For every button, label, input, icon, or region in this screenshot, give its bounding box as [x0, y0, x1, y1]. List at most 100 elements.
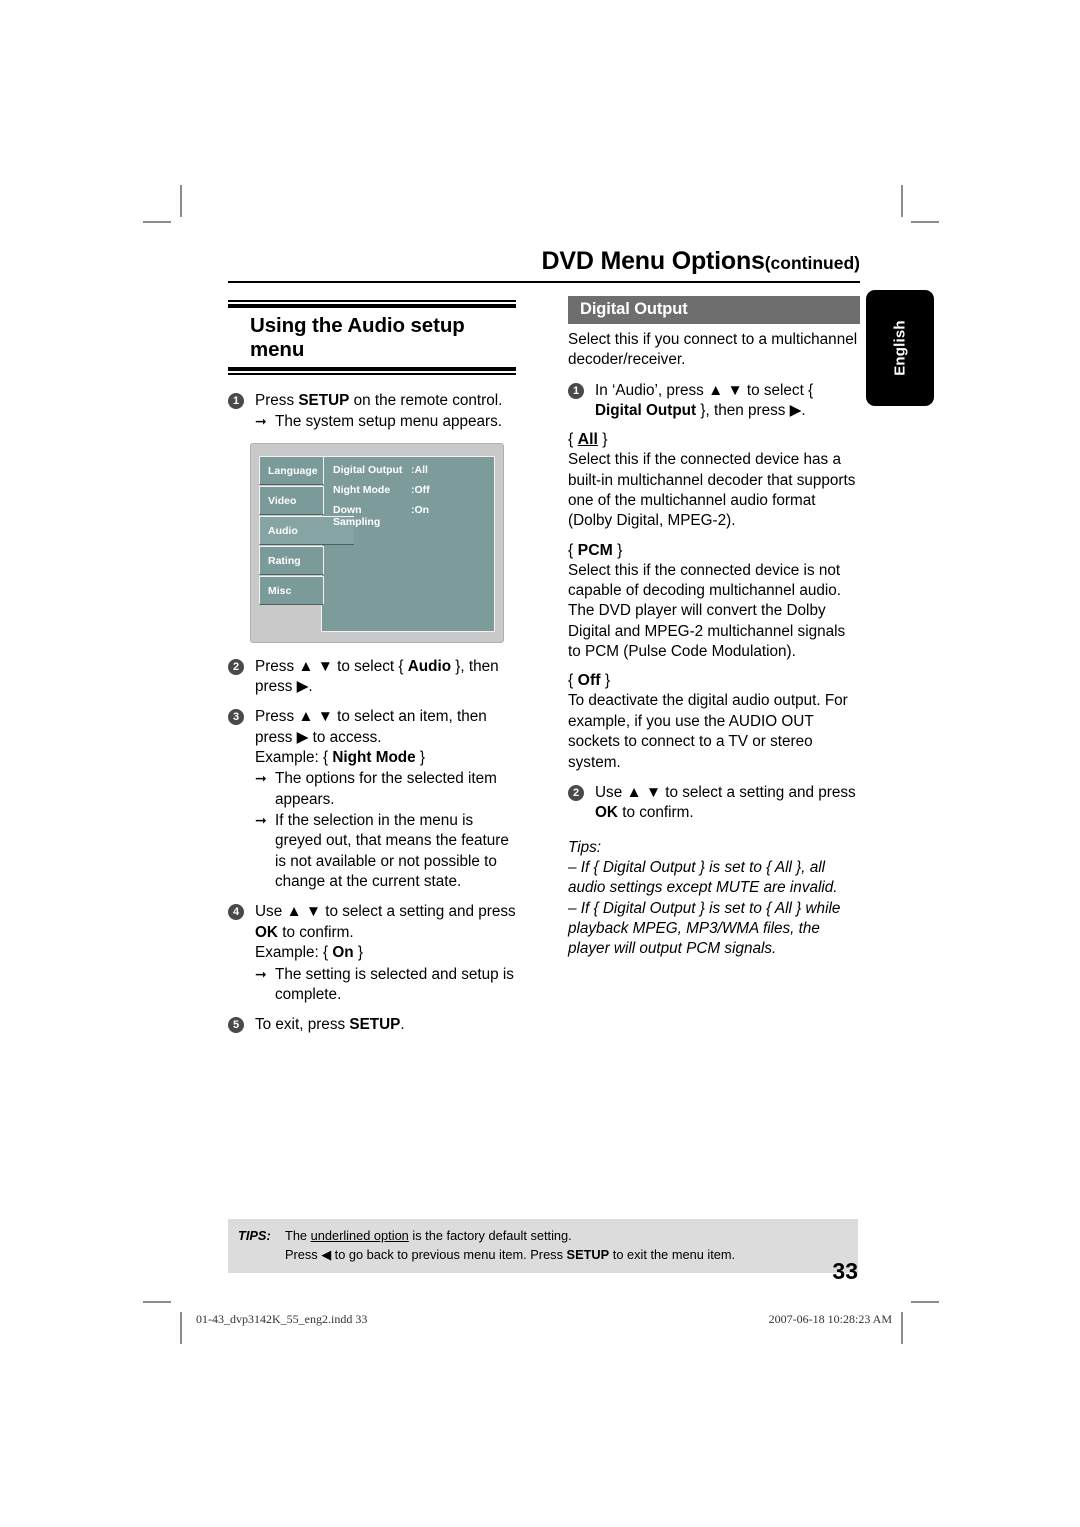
crop-mark-top-right-vertical	[901, 185, 903, 217]
footer-tips-box: TIPS: The underlined option is the facto…	[228, 1219, 858, 1274]
example-close: }	[415, 749, 426, 767]
footer-tips-line-1: The underlined option is the factory def…	[285, 1227, 858, 1246]
setting-value: :On	[411, 503, 430, 516]
example-value: On	[332, 944, 354, 962]
footer-tips-line1-pre: The	[285, 1228, 311, 1243]
option-body-off: To deactivate the digital audio output. …	[568, 692, 848, 771]
option-body-pcm: Select this if the connected device is n…	[568, 561, 846, 661]
tip-item: – If { Digital Output } is set to { All …	[568, 858, 838, 897]
step-key: SETUP	[298, 392, 350, 409]
footer-tips-line1-post: is the factory default setting.	[408, 1228, 572, 1243]
example-label: Example: {	[255, 749, 333, 767]
option-title-all: { All }	[568, 431, 860, 449]
step-number-badge: 5	[228, 1017, 244, 1034]
crop-mark-bottom-right-horizontal	[911, 1301, 939, 1303]
tip-item: – If { Digital Output } is set to { All …	[568, 899, 841, 958]
step-text-post: }, then press ▶.	[696, 402, 806, 420]
step-text-pre: Press	[255, 392, 299, 409]
crop-mark-top-left-vertical	[180, 185, 182, 217]
step-1: 1 Press SETUP on the remote control. ➞ Th…	[228, 391, 518, 433]
print-footer-filename: 01-43_dvp3142K_55_eng2.indd 33	[196, 1312, 368, 1326]
step-key: OK	[595, 804, 618, 822]
arrow-icon: ➞	[255, 770, 267, 787]
setup-tab-language: Language	[259, 455, 324, 485]
setup-menu-settings-list: Digital Output :All Night Mode :Off Down…	[333, 464, 430, 536]
footer-tips-underlined-option: underlined option	[310, 1228, 409, 1243]
step-key: SETUP	[349, 1016, 401, 1034]
arrow-icon: ➞	[255, 965, 267, 982]
step-number-badge: 2	[228, 658, 244, 675]
option-name: Off	[577, 672, 601, 690]
setup-menu-tab-list: Language Video Audio Rating Misc	[259, 455, 354, 606]
section-heading-block: Using the Audio setup menu	[228, 300, 516, 375]
option-open-brace: {	[568, 541, 578, 559]
setting-value: :All	[411, 463, 428, 476]
step-text-pre: Use ▲ ▼ to select a setting and press	[255, 903, 516, 921]
language-side-tab: English	[866, 290, 934, 406]
step-number-badge: 2	[568, 784, 584, 801]
crop-mark-bottom-left-horizontal	[143, 1301, 171, 1303]
step-note: ➞ If the selection in the menu is greyed …	[255, 811, 518, 892]
setting-label: Night Mode	[333, 483, 391, 496]
step-note-text: If the selection in the menu is greyed o…	[275, 812, 509, 891]
crop-mark-top-left-horizontal	[143, 221, 171, 223]
option-close-brace: }	[597, 431, 608, 449]
step-note: ➞ The setting is selected and setup is co…	[255, 965, 518, 1006]
page-header: DVD Menu Options(continued)	[228, 248, 860, 274]
tips-label: Tips:	[568, 838, 602, 856]
step-text-pre: Press ▲ ▼ to select {	[255, 657, 408, 675]
step-5: 5 To exit, press SETUP.	[228, 1015, 518, 1035]
footer-tips-line2-pre: Press ◀ to go back to previous menu item…	[285, 1246, 567, 1262]
right-column: Digital Output Select this if you connec…	[568, 296, 860, 960]
setup-tab-rating: Rating	[259, 545, 324, 575]
step-text-post: to confirm.	[617, 804, 694, 822]
step-note-text: The options for the selected item appear…	[275, 770, 497, 808]
setting-row-down-sampling: Down Sampling :On	[333, 504, 430, 528]
step-example: Example: { Night Mode }	[255, 748, 518, 768]
arrow-icon: ➞	[255, 413, 267, 430]
right-step-1: 1 In ‘Audio’, press ▲ ▼ to select { Digi…	[568, 381, 860, 422]
footer-tips-setup-key: SETUP	[566, 1246, 610, 1262]
step-number-badge: 4	[228, 904, 244, 921]
page-title-continued: (continued)	[764, 253, 860, 273]
header-divider	[228, 281, 860, 283]
step-text-post: .	[400, 1016, 405, 1034]
option-close-brace: }	[600, 672, 611, 690]
step-text: Press ▲ ▼ to select { Audio }, then pres…	[255, 657, 518, 698]
heading-rule-top-thin	[228, 300, 516, 302]
tips-block: Tips: – If { Digital Output } is set to …	[568, 838, 860, 960]
footer-tips-line-2: Press ◀ to go back to previous menu item…	[285, 1246, 858, 1265]
example-label: Example: {	[255, 944, 333, 962]
option-open-brace: {	[568, 672, 578, 690]
step-text: Press ▲ ▼ to select an item, then press …	[255, 708, 487, 746]
arrow-icon: ➞	[255, 812, 267, 829]
step-text: To exit, press SETUP.	[255, 1015, 518, 1035]
footer-tips-line2-post: to exit the menu item.	[609, 1246, 736, 1262]
step-example: Example: { On }	[255, 943, 518, 963]
setting-row-night-mode: Night Mode :Off	[333, 484, 430, 496]
setting-value: :Off	[411, 483, 430, 496]
print-footer-timestamp: 2007-06-18 10:28:23 AM	[768, 1312, 892, 1326]
example-close: }	[353, 944, 363, 962]
option-body-all: Select this if the connected device has …	[568, 451, 856, 530]
crop-mark-top-right-horizontal	[911, 221, 939, 223]
setting-label: Digital Output	[333, 463, 403, 476]
language-side-tab-label: English	[891, 320, 909, 376]
setup-menu-screenshot: Language Video Audio Rating Misc Digital…	[250, 442, 504, 643]
right-step-2: 2 Use ▲ ▼ to select a setting and press …	[568, 783, 860, 824]
option-title-pcm: { PCM }	[568, 542, 860, 560]
crop-mark-bottom-left-vertical	[180, 1312, 182, 1344]
page-number: 33	[832, 1258, 858, 1284]
step-note-text: The setting is selected and setup is com…	[275, 965, 514, 1003]
print-footer-rule	[901, 1312, 903, 1344]
footer-tips-label: TIPS:	[238, 1228, 271, 1243]
step-text-post: on the remote control.	[349, 392, 503, 409]
step-key: Digital Output	[595, 402, 697, 420]
step-3: 3 Press ▲ ▼ to select an item, then pres…	[228, 707, 518, 892]
step-number-badge: 1	[568, 382, 584, 399]
left-column: Using the Audio setup menu 1 Press SETUP…	[228, 300, 518, 1046]
step-text: In ‘Audio’, press ▲ ▼ to select { Digita…	[595, 381, 860, 422]
option-close-brace: }	[612, 541, 623, 559]
heading-rule-bottom-thick	[228, 367, 516, 371]
digital-output-intro: Select this if you connect to a multicha…	[568, 331, 858, 369]
